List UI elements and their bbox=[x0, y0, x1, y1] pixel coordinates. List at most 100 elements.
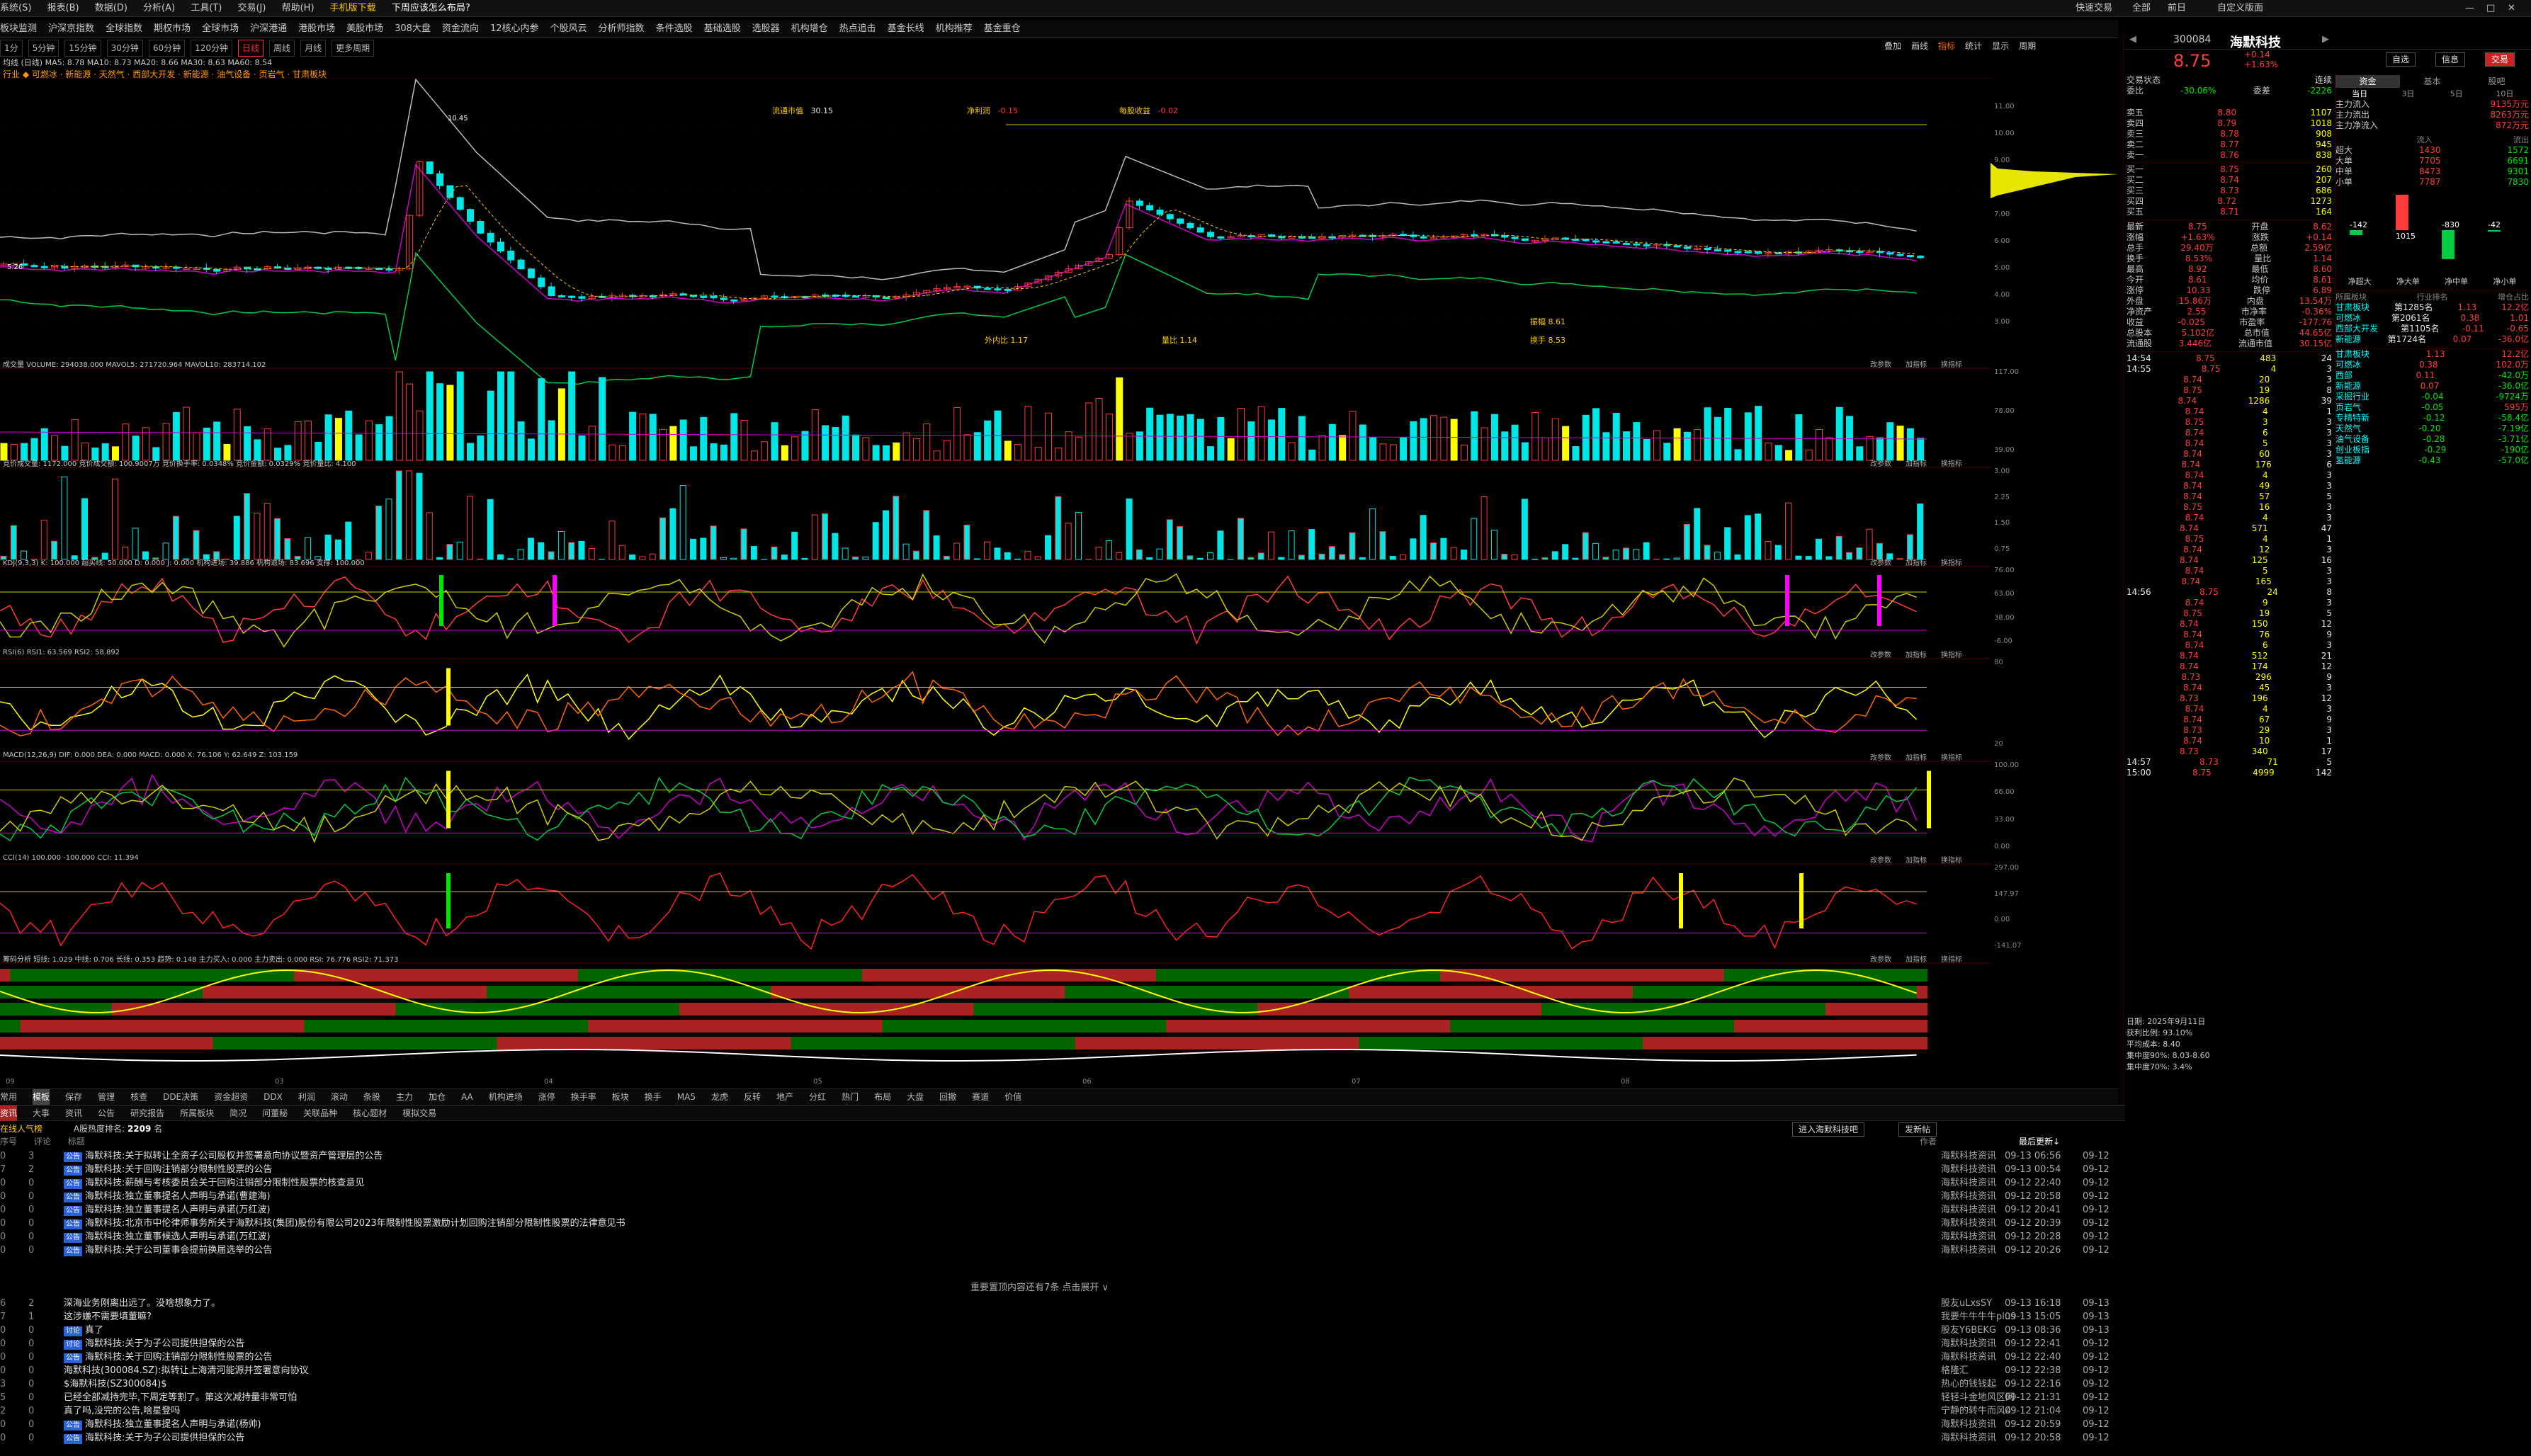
panel-btn[interactable]: 换指标 bbox=[1941, 358, 1962, 369]
indicator-tab[interactable]: 滚动 bbox=[331, 1089, 348, 1105]
nav-item[interactable]: 分析师指数 bbox=[599, 20, 645, 38]
panel-btn[interactable]: 加指标 bbox=[1906, 557, 1927, 567]
news-tab[interactable]: 大事 bbox=[33, 1105, 50, 1121]
panel-btn[interactable]: 换指标 bbox=[1941, 751, 1962, 762]
indicator-tab[interactable]: 保存 bbox=[65, 1089, 82, 1105]
period-5[interactable]: 120分钟 bbox=[191, 40, 233, 57]
nav-item[interactable]: 美股市场 bbox=[346, 20, 383, 38]
panel-btn[interactable]: 改参数 bbox=[1870, 751, 1891, 762]
period-1[interactable]: 5分钟 bbox=[28, 40, 60, 57]
news-title[interactable]: 海默科技:关于回购注销部分限制性股票的公告 bbox=[85, 1352, 272, 1363]
panel-btn[interactable]: 加指标 bbox=[1906, 649, 1927, 659]
all-link[interactable]: 全部 bbox=[2132, 0, 2151, 17]
col-updated[interactable]: 最后更新↓ bbox=[2019, 1135, 2060, 1147]
nav-item[interactable]: 个股风云 bbox=[550, 20, 587, 38]
indicator-tab[interactable]: 龙虎 bbox=[711, 1089, 728, 1105]
period-tab[interactable]: 10日 bbox=[2481, 88, 2529, 99]
panel-btn[interactable]: 换指标 bbox=[1941, 649, 1962, 659]
panel-btn[interactable]: 加指标 bbox=[1906, 854, 1927, 865]
indicator-tab[interactable]: 主力 bbox=[396, 1089, 413, 1105]
nav-item[interactable]: 期权市场 bbox=[154, 20, 191, 38]
nav-item[interactable]: 沪深京指数 bbox=[48, 20, 94, 38]
nav-item[interactable]: 308大盘 bbox=[395, 20, 431, 38]
news-title[interactable]: $海默科技(SZ300084)$ bbox=[64, 1379, 166, 1389]
menu-help[interactable]: 帮助(H) bbox=[282, 0, 315, 17]
indicator-tab[interactable]: 涨停 bbox=[538, 1089, 555, 1105]
news-title[interactable]: 海默科技(300084.SZ):拟转让上海清河能源并签署意向协议 bbox=[64, 1365, 308, 1376]
news-title[interactable]: 海默科技:关于为子公司提供担保的公告 bbox=[85, 1433, 244, 1443]
add-watchlist-button[interactable]: 自选 bbox=[2386, 52, 2416, 67]
indicator-tab[interactable]: 常用 bbox=[0, 1089, 17, 1105]
chart-tool[interactable]: 画线 bbox=[1911, 41, 1928, 51]
quick-trade-link[interactable]: 快速交易 bbox=[2076, 0, 2112, 17]
news-tab[interactable]: 公告 bbox=[98, 1105, 115, 1121]
panel-btn[interactable]: 改参数 bbox=[1870, 557, 1891, 567]
prev-stock-icon[interactable]: ◀ bbox=[2129, 34, 2136, 45]
nav-item[interactable]: 基础选股 bbox=[704, 20, 741, 38]
news-title[interactable]: 这涉嫌不需要填董嘛? bbox=[64, 1312, 152, 1322]
chart-tool[interactable]: 统计 bbox=[1965, 41, 1982, 51]
chart-tool[interactable]: 叠加 bbox=[1884, 41, 1901, 51]
nav-item[interactable]: 基金长线 bbox=[888, 20, 924, 38]
nav-item[interactable]: 资金流向 bbox=[442, 20, 479, 38]
news-tab[interactable]: 所属板块 bbox=[180, 1105, 214, 1121]
period-8[interactable]: 月线 bbox=[300, 40, 327, 57]
quote-tab[interactable]: 股吧 bbox=[2464, 75, 2529, 88]
indicator-tab[interactable]: 利润 bbox=[298, 1089, 315, 1105]
panel-btn[interactable]: 加指标 bbox=[1906, 751, 1927, 762]
nav-item[interactable]: 基金重仓 bbox=[984, 20, 1021, 38]
news-title[interactable]: 深海业务刚离出远了。没啥想象力了。 bbox=[64, 1298, 220, 1309]
menu-tools[interactable]: 工具(T) bbox=[191, 0, 222, 17]
news-title[interactable]: 海默科技:关于公司董事会提前换届选举的公告 bbox=[85, 1245, 272, 1256]
panel-btn[interactable]: 加指标 bbox=[1906, 358, 1927, 369]
news-title[interactable]: 已经全部减持完毕,下周定等割了。第这次减持量非常可怕 bbox=[64, 1392, 297, 1403]
news-row[interactable]: 0 0 公告 海默科技:独立董事候选人声明与承诺(万红波) 海默科技资讯 09-12 20… bbox=[0, 1230, 2118, 1244]
news-title[interactable]: 海默科技:独立董事候选人声明与承诺(万红波) bbox=[85, 1232, 271, 1242]
news-row[interactable]: 0 0 讨论 真了 股友Y6BEKG 09-13 08:36 09-13 bbox=[0, 1324, 2118, 1337]
news-tab[interactable]: 问董秘 bbox=[262, 1105, 288, 1121]
indicator-tab[interactable]: 热门 bbox=[842, 1089, 859, 1105]
panel-btn[interactable]: 换指标 bbox=[1941, 557, 1962, 567]
news-row[interactable]: 7 2 公告 海默科技:关于回购注销部分限制性股票的公告 海默科技资讯 09-13 00:… bbox=[0, 1163, 2118, 1176]
indicator-tab[interactable]: MA5 bbox=[677, 1089, 696, 1105]
indicator-tab[interactable]: AA bbox=[461, 1089, 473, 1105]
indicator-tab[interactable]: 板块 bbox=[612, 1089, 629, 1105]
indicator-tab[interactable]: 资金超资 bbox=[214, 1089, 248, 1105]
nav-item[interactable]: 全球市场 bbox=[202, 20, 239, 38]
news-row[interactable]: 0 0 公告 海默科技:关于回购注销部分限制性股票的公告 海默科技资讯 09-12 22:… bbox=[0, 1350, 2118, 1364]
indicator-tab[interactable]: 地产 bbox=[776, 1089, 793, 1105]
indicator-tab[interactable]: 机构进场 bbox=[489, 1089, 523, 1105]
custom-layout-link[interactable]: 自定义版面 bbox=[2217, 0, 2263, 17]
expand-pinned[interactable]: 重要置顶内容还有7条 点击展开 ∨ bbox=[970, 1280, 1109, 1293]
news-title[interactable]: 海默科技:独立董事提名人声明与承诺(杨帅) bbox=[85, 1419, 261, 1430]
indicator-tab[interactable]: DDE决策 bbox=[163, 1089, 198, 1105]
period-3[interactable]: 30分钟 bbox=[106, 40, 143, 57]
indicator-tab[interactable]: DDX bbox=[264, 1089, 283, 1105]
nav-item[interactable]: 港股市场 bbox=[298, 20, 335, 38]
news-title[interactable]: 海默科技:薪酬与考核委员会关于回购注销部分限制性股票的核查意见 bbox=[85, 1178, 364, 1188]
menu-trade[interactable]: 交易(J) bbox=[237, 0, 266, 17]
news-title[interactable]: 海默科技:独立董事提名人声明与承诺(万红波) bbox=[85, 1205, 271, 1215]
nav-item[interactable]: 沪深港通 bbox=[250, 20, 287, 38]
quote-tab[interactable]: 基本 bbox=[2400, 75, 2464, 88]
news-tab[interactable]: 资讯 bbox=[65, 1105, 82, 1121]
info-button[interactable]: 信息 bbox=[2435, 52, 2466, 67]
news-row[interactable]: 0 0 公告 海默科技:关于为子公司提供担保的公告 海默科技资讯 09-12 20:58 0… bbox=[0, 1431, 2118, 1445]
news-row[interactable]: 3 0 $海默科技(SZ300084)$ 热心的钱钱起 09-12 22:16 09-12 bbox=[0, 1377, 2118, 1391]
period-9[interactable]: 更多周期 bbox=[332, 40, 375, 57]
panel-btn[interactable]: 改参数 bbox=[1870, 854, 1891, 865]
indicator-tab[interactable]: 价值 bbox=[1004, 1089, 1021, 1105]
news-title[interactable]: 海默科技:北京市中伦律师事务所关于海默科技(集团)股份有限公司2023年限制性股… bbox=[85, 1218, 625, 1229]
indicator-tab[interactable]: 换手率 bbox=[571, 1089, 596, 1105]
news-tab[interactable]: 关联品种 bbox=[303, 1105, 337, 1121]
indicator-tab[interactable]: 大盘 bbox=[907, 1089, 924, 1105]
next-stock-icon[interactable]: ▶ bbox=[2322, 34, 2329, 45]
panel-btn[interactable]: 加指标 bbox=[1906, 457, 1927, 468]
indicator-tab[interactable]: 赛道 bbox=[972, 1089, 989, 1105]
trade-button[interactable]: 交易 bbox=[2485, 52, 2515, 67]
mobile-download[interactable]: 手机版下载 bbox=[330, 0, 376, 17]
quote-tab[interactable]: 资金 bbox=[2335, 75, 2400, 88]
nav-item[interactable]: 热点追击 bbox=[839, 20, 876, 38]
chart-tool[interactable]: 显示 bbox=[1992, 41, 2009, 51]
nav-item[interactable]: 条件选股 bbox=[656, 20, 693, 38]
